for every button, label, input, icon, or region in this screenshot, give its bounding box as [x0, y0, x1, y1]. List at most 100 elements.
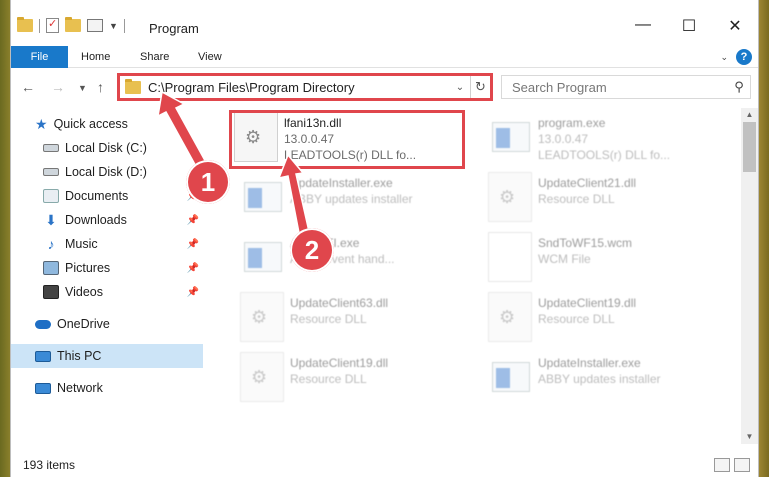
window-controls: — ☐ ✕ — [620, 16, 758, 36]
sidebar-item-documents[interactable]: Documents 📌 — [11, 184, 203, 208]
toolbar-divider — [39, 18, 40, 33]
network-icon — [35, 382, 51, 394]
tab-file[interactable]: File — [11, 46, 68, 68]
file-description: Resource DLL — [290, 372, 367, 386]
view-options-icon[interactable] — [87, 19, 103, 32]
vertical-scrollbar[interactable]: ▲ ▼ — [741, 108, 758, 444]
drive-icon — [43, 168, 59, 176]
tab-share[interactable]: Share — [140, 46, 169, 68]
file-name: UpdateClient19.dll — [538, 296, 637, 310]
help-icon[interactable]: ? — [736, 49, 752, 65]
file-item-program-exe[interactable]: program.exe 13.0.0.47 LEADTOOLS(r) DLL f… — [488, 112, 728, 168]
sidebar-item-network[interactable]: Network — [11, 376, 203, 400]
cloud-icon — [35, 319, 51, 329]
file-description: ABBY updates installer — [538, 372, 661, 386]
sidebar-item-label: Pictures — [65, 261, 111, 275]
dll-file-icon: ⚙ — [488, 292, 532, 342]
close-button[interactable]: ✕ — [712, 16, 758, 36]
address-path[interactable]: C:\Program Files\Program Directory — [148, 80, 450, 95]
sidebar-item-label: Local Disk (C:) — [65, 141, 147, 155]
scroll-up-icon[interactable]: ▲ — [741, 108, 758, 122]
details-view-icon[interactable] — [714, 458, 730, 472]
sidebar-item-local-disk-d[interactable]: Local Disk (D:) — [11, 160, 203, 184]
file-item-updateinstaller[interactable]: UpdateInstaller.exe ABBY updates install… — [240, 172, 480, 228]
address-history-chevron-icon[interactable]: ⌄ — [450, 82, 470, 93]
search-box[interactable]: Search Program ⚲ — [501, 75, 751, 99]
star-icon: ★ — [35, 115, 48, 132]
sidebar-item-this-pc[interactable]: This PC — [11, 344, 203, 368]
dll-file-icon: ⚙ — [240, 352, 284, 402]
tab-home[interactable]: Home — [81, 46, 110, 68]
customize-toolbar-chevron-icon[interactable]: ▼ — [109, 21, 118, 31]
sidebar-item-label: Downloads — [65, 213, 127, 227]
sidebar-item-quick-access[interactable]: ★ Quick access — [11, 112, 203, 136]
search-icon[interactable]: ⚲ — [728, 79, 750, 95]
pictures-icon — [43, 261, 59, 275]
gear-icon: ⚙ — [499, 307, 516, 327]
maximize-button[interactable]: ☐ — [666, 16, 712, 36]
sidebar-item-onedrive[interactable]: OneDrive — [11, 312, 203, 336]
file-description: WCM File — [538, 252, 591, 266]
videos-icon — [43, 285, 59, 299]
tab-view[interactable]: View — [198, 46, 222, 68]
minimize-button[interactable]: — — [620, 16, 666, 36]
file-item-sndtowf15[interactable]: SndToWF15.wcm WCM File — [488, 232, 728, 288]
folder-icon[interactable] — [17, 17, 33, 32]
file-description: Resource DLL — [290, 312, 367, 326]
file-item-updateclient21[interactable]: ⚙ UpdateClient21.dll Resource DLL — [488, 172, 728, 228]
file-version: 13.0.0.47 — [538, 132, 589, 146]
file-name: UpdateInstaller.exe — [538, 356, 641, 370]
sidebar-item-label: Local Disk (D:) — [65, 165, 147, 179]
file-item-updateclient63[interactable]: ⚙ UpdateClient63.dll Resource DLL — [240, 292, 480, 348]
recent-locations-chevron-icon[interactable]: ▼ — [78, 83, 87, 93]
properties-check-icon[interactable] — [46, 17, 59, 33]
sidebar-item-label: OneDrive — [57, 317, 110, 331]
forward-arrow-icon[interactable]: → — [51, 79, 65, 95]
sidebar-item-local-disk-c[interactable]: Local Disk (C:) — [11, 136, 203, 160]
sidebar-item-music[interactable]: ♪ Music 📌 — [11, 232, 203, 256]
navigation-bar: ← → ▼ ↑ C:\Program Files\Program Directo… — [11, 73, 758, 103]
sidebar-item-label: Network — [57, 381, 103, 395]
pin-icon[interactable]: 📌 — [187, 239, 199, 250]
file-name: UpdateClient19.dll — [290, 356, 389, 370]
quick-access-toolbar: ▼ — [17, 17, 125, 33]
file-item-updateinstaller-2[interactable]: UpdateInstaller.exe ABBY updates install… — [488, 352, 728, 408]
up-arrow-icon[interactable]: ↑ — [97, 79, 104, 95]
file-item-updateclient19-b[interactable]: ⚙ UpdateClient19.dll Resource DLL — [240, 352, 480, 408]
new-folder-icon[interactable] — [65, 17, 81, 32]
sidebar-item-videos[interactable]: Videos 📌 — [11, 280, 203, 304]
file-item-abbyuti[interactable]: AbbyUTI.exe ABBY event hand... — [240, 232, 480, 288]
file-item-updateclient19-a[interactable]: ⚙ UpdateClient19.dll Resource DLL — [488, 292, 728, 348]
file-name: UpdateInstaller.exe — [290, 176, 393, 190]
gear-icon: ⚙ — [251, 307, 268, 327]
title-bar: ▼ Program — ☐ ✕ — [11, 0, 758, 42]
refresh-icon[interactable]: ↻ — [470, 76, 490, 98]
sidebar-item-pictures[interactable]: Pictures 📌 — [11, 256, 203, 280]
navigation-pane: ★ Quick access Local Disk (C:) Local Dis… — [11, 108, 205, 438]
expand-ribbon-chevron-icon[interactable]: ⌄ — [720, 52, 728, 63]
pin-icon[interactable]: 📌 — [187, 287, 199, 298]
exe-file-icon — [488, 352, 532, 402]
scroll-down-icon[interactable]: ▼ — [741, 430, 758, 444]
large-icons-view-icon[interactable] — [734, 458, 750, 472]
scroll-thumb[interactable] — [743, 122, 756, 172]
dll-file-icon: ⚙ — [488, 172, 532, 222]
downloads-icon: ⬇ — [45, 212, 57, 228]
drive-icon — [43, 144, 59, 152]
file-name: SndToWF15.wcm — [538, 236, 633, 250]
documents-icon — [43, 189, 59, 203]
sidebar-item-downloads[interactable]: ⬇ Downloads 📌 — [11, 208, 203, 232]
search-input[interactable]: Search Program — [512, 80, 728, 95]
sidebar-item-label: Documents — [65, 189, 129, 203]
ribbon-right: ⌄ ? — [720, 49, 752, 65]
step-1-badge: 1 — [186, 160, 230, 204]
sidebar-item-label: This PC — [57, 349, 102, 363]
computer-icon — [35, 350, 51, 362]
pin-icon[interactable]: 📌 — [187, 263, 199, 274]
sidebar-item-label: Music — [65, 237, 98, 251]
address-bar[interactable]: C:\Program Files\Program Directory ⌄ ↻ — [117, 73, 493, 101]
file-name: program.exe — [538, 116, 606, 130]
pin-icon[interactable]: 📌 — [187, 215, 199, 226]
back-arrow-icon[interactable]: ← — [21, 79, 35, 95]
step-2-badge: 2 — [290, 228, 334, 272]
